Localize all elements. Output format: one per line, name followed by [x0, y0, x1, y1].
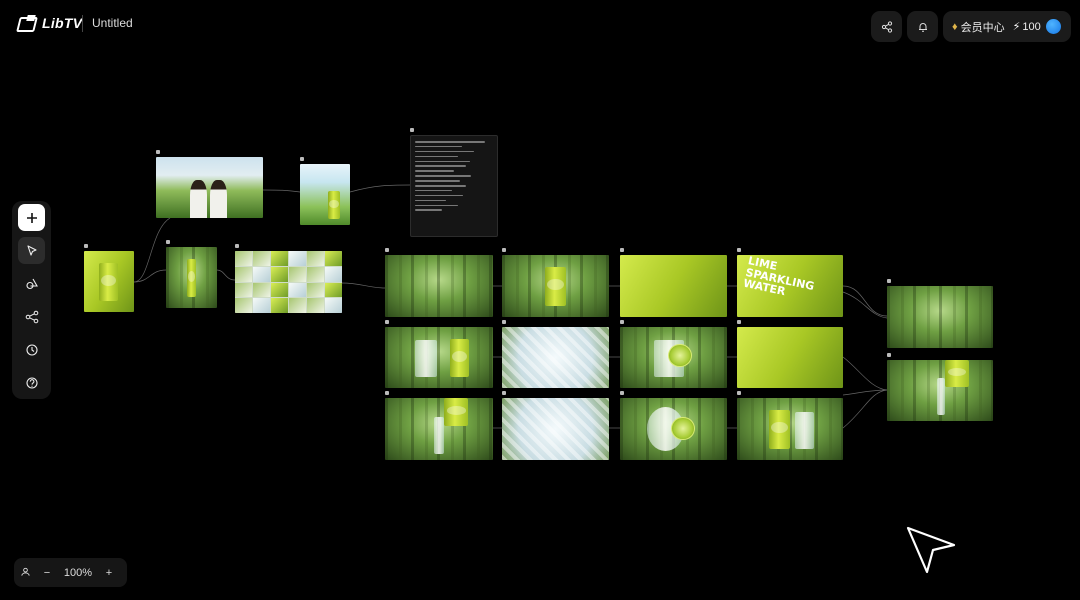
history-tool[interactable]	[18, 336, 45, 363]
shot-node[interactable]	[737, 398, 843, 460]
node-thumbnail	[887, 360, 993, 421]
help-icon	[25, 376, 38, 389]
node-label	[502, 391, 506, 395]
node-label	[887, 353, 891, 357]
node-label	[156, 150, 160, 154]
node-thumbnail	[385, 327, 493, 388]
share-button[interactable]	[871, 11, 902, 42]
shot-node[interactable]	[620, 327, 727, 388]
shot-node[interactable]	[385, 255, 493, 317]
node-thumbnail	[502, 398, 609, 460]
shot-node[interactable]	[502, 327, 609, 388]
image-node-can-grass[interactable]	[166, 247, 217, 308]
node-label	[620, 248, 624, 252]
shot-node[interactable]	[385, 398, 493, 460]
node-thumbnail	[385, 255, 493, 317]
cursor-icon	[26, 244, 37, 256]
node-thumbnail	[300, 164, 350, 225]
document-title[interactable]: Untitled	[92, 16, 133, 30]
node-label	[502, 320, 506, 324]
shot-node[interactable]	[502, 398, 609, 460]
text-node-prompt[interactable]	[410, 135, 498, 237]
bell-icon	[918, 22, 927, 32]
zoom-out-button[interactable]: −	[36, 567, 58, 579]
node-label	[737, 320, 741, 324]
prompt-text-block	[410, 135, 498, 237]
shot-node[interactable]: LIME SPARKLING WATER	[737, 255, 843, 317]
logo-mark-icon	[18, 16, 36, 30]
image-node-photo[interactable]	[156, 157, 263, 218]
help-tool[interactable]	[18, 369, 45, 396]
node-label	[235, 244, 239, 248]
node-thumbnail	[737, 398, 843, 460]
avatar[interactable]	[1046, 19, 1061, 34]
node-label	[84, 244, 88, 248]
share-icon	[881, 20, 892, 33]
output-node[interactable]	[887, 286, 993, 348]
node-label	[410, 128, 414, 132]
select-tool[interactable]	[18, 237, 45, 264]
plus-icon	[26, 212, 37, 223]
node-thumbnail	[84, 251, 134, 312]
node-thumbnail	[502, 327, 609, 388]
node-label	[502, 248, 506, 252]
notifications-button[interactable]	[907, 11, 938, 42]
node-label	[385, 320, 389, 324]
node-label	[737, 248, 741, 252]
shot-node[interactable]	[502, 255, 609, 317]
credits-count: 100	[1022, 20, 1041, 33]
node-label	[737, 391, 741, 395]
shapes-tool[interactable]	[18, 270, 45, 297]
node-label	[385, 391, 389, 395]
node-thumbnail	[235, 251, 342, 313]
shot-node[interactable]	[385, 327, 493, 388]
user-focus-icon	[20, 567, 30, 576]
node-label	[166, 240, 170, 244]
zoom-in-button[interactable]: +	[98, 567, 120, 579]
image-node-product[interactable]	[84, 251, 134, 312]
node-thumbnail: LIME SPARKLING WATER	[737, 255, 843, 317]
node-thumbnail	[620, 255, 727, 317]
node-thumbnail	[385, 398, 493, 460]
bolt-icon: ⚡	[1012, 21, 1021, 33]
app-logo[interactable]: LibTV	[18, 15, 82, 31]
node-thumbnail	[620, 398, 727, 460]
node-label	[300, 157, 304, 161]
node-label	[385, 248, 389, 252]
nodes-icon	[25, 310, 38, 323]
node-thumbnail	[887, 286, 993, 348]
workflow-tool[interactable]	[18, 303, 45, 330]
zoom-bar: − 100% +	[14, 558, 127, 587]
shot-node[interactable]	[737, 327, 843, 388]
node-thumbnail	[156, 157, 263, 218]
node-label	[620, 391, 624, 395]
left-toolbar	[12, 201, 51, 399]
node-thumbnail	[502, 255, 609, 317]
node-label	[887, 279, 891, 283]
pointer-cursor-icon	[906, 526, 956, 574]
brand-name: LibTV	[42, 15, 83, 31]
zoom-level[interactable]: 100%	[58, 567, 98, 579]
clock-icon	[25, 343, 38, 356]
node-thumbnail	[620, 327, 727, 388]
shapes-icon	[25, 278, 38, 289]
add-button[interactable]	[18, 204, 45, 231]
shot-node[interactable]	[620, 398, 727, 460]
member-center-button[interactable]: ♦ 会员中心 ⚡ 100	[943, 11, 1071, 42]
node-thumbnail	[737, 327, 843, 388]
node-thumbnail	[166, 247, 217, 308]
member-center-label: 会员中心	[960, 21, 1005, 34]
fit-view-button[interactable]	[14, 566, 36, 580]
shot-node[interactable]	[620, 255, 727, 317]
image-node-collage[interactable]	[235, 251, 342, 313]
crown-icon: ♦	[952, 20, 958, 33]
image-node-poster[interactable]	[300, 164, 350, 225]
node-label	[620, 320, 624, 324]
output-node[interactable]	[887, 360, 993, 421]
header-divider	[82, 15, 83, 32]
